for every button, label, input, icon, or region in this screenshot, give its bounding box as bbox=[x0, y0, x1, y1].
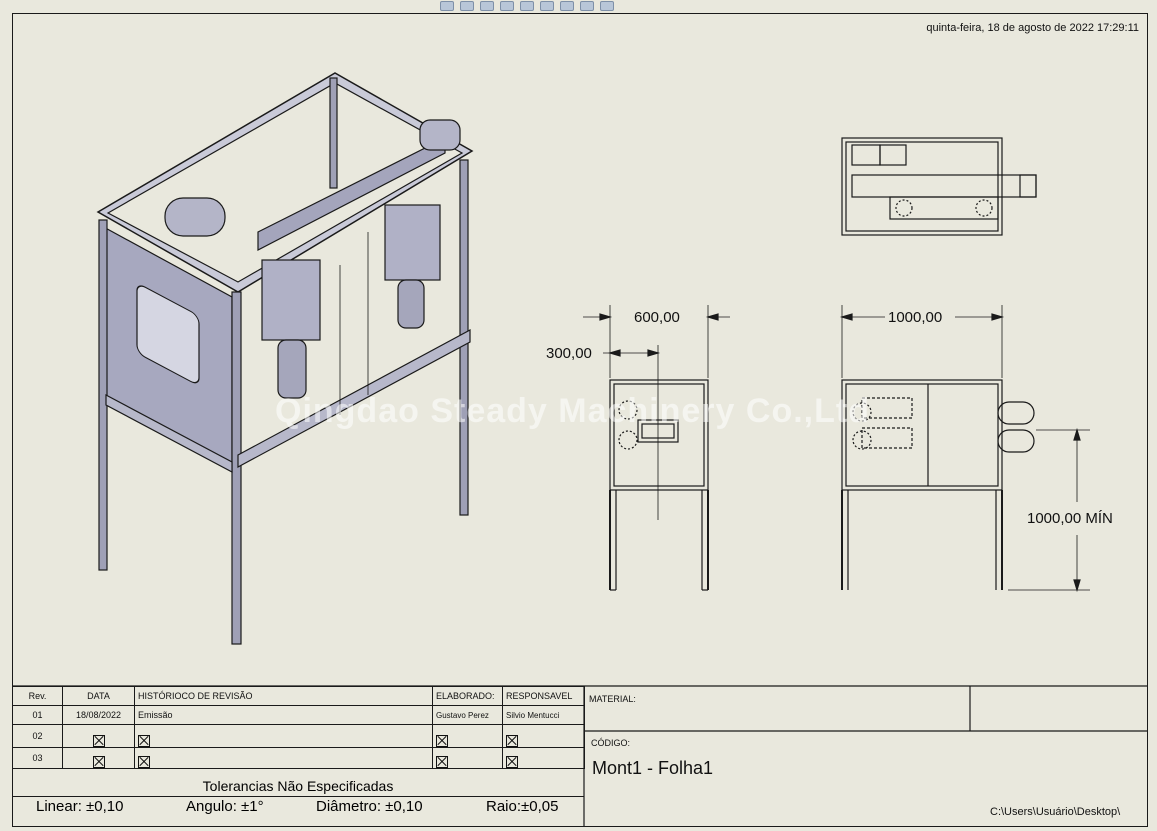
empty-checkbox-icon bbox=[92, 756, 105, 768]
top-view bbox=[841, 137, 1037, 236]
codigo-value: Mont1 - Folha1 bbox=[592, 758, 714, 778]
dimension-600: 600,00 bbox=[634, 309, 680, 326]
table-row: 02 bbox=[12, 724, 585, 748]
codigo-label: CÓDIGO: bbox=[591, 738, 631, 748]
col-rev: Rev. bbox=[12, 686, 63, 706]
made-by-cell: Gustavo Perez bbox=[432, 705, 503, 725]
tolerance-values: Linear: ±0,10 Angulo: ±1° Diâmetro: ±0,1… bbox=[12, 798, 584, 815]
rev-cell: 02 bbox=[12, 724, 63, 748]
dimension-1000-height: 1000,00 MÍN bbox=[1027, 510, 1113, 527]
history-cell: Emissão bbox=[134, 705, 433, 725]
empty-checkbox-icon bbox=[506, 756, 518, 768]
revision-header-row: Rev. DATA HISTÓRIOCO DE REVISÃO ELABORAD… bbox=[12, 686, 585, 706]
table-row: 01 18/08/2022 Emissão Gustavo Perez Silv… bbox=[12, 705, 585, 725]
front-view bbox=[839, 305, 1090, 593]
table-row: 03 bbox=[12, 747, 585, 769]
empty-checkbox-icon bbox=[506, 735, 518, 747]
material-label: MATERIAL: bbox=[589, 694, 636, 704]
empty-checkbox-icon bbox=[92, 735, 105, 747]
col-made-by: ELABORADO: bbox=[432, 686, 503, 706]
file-path: C:\Users\Usuário\Desktop\ bbox=[990, 806, 1121, 818]
empty-checkbox-icon bbox=[138, 756, 150, 768]
rev-cell: 03 bbox=[12, 747, 63, 769]
tolerance-linear: Linear: ±0,10 bbox=[36, 798, 124, 815]
revision-table: Rev. DATA HISTÓRIOCO DE REVISÃO ELABORAD… bbox=[12, 686, 585, 769]
dimension-300: 300,00 bbox=[546, 345, 592, 362]
isometric-view bbox=[96, 72, 474, 645]
col-responsible: RESPONSAVEL bbox=[502, 686, 585, 706]
tolerance-radius: Raio:±0,05 bbox=[486, 798, 559, 815]
empty-checkbox-icon bbox=[138, 735, 150, 747]
date-cell: 18/08/2022 bbox=[62, 705, 135, 725]
empty-checkbox-icon bbox=[436, 735, 448, 747]
tolerance-title: Tolerancias Não Especificadas bbox=[12, 776, 584, 797]
empty-checkbox-icon bbox=[436, 756, 448, 768]
dimension-1000-width: 1000,00 bbox=[888, 309, 943, 326]
rev-cell: 01 bbox=[12, 705, 63, 725]
watermark: Qingdao Steady Machinery Co.,Ltd bbox=[275, 392, 870, 430]
tolerance-angle: Angulo: ±1° bbox=[186, 798, 264, 815]
col-history: HISTÓRIOCO DE REVISÃO bbox=[134, 686, 433, 706]
tolerance-diameter: Diâmetro: ±0,10 bbox=[316, 798, 423, 815]
side-view bbox=[583, 305, 730, 591]
col-data: DATA bbox=[62, 686, 135, 706]
responsible-cell: Silvio Mentucci bbox=[502, 705, 585, 725]
